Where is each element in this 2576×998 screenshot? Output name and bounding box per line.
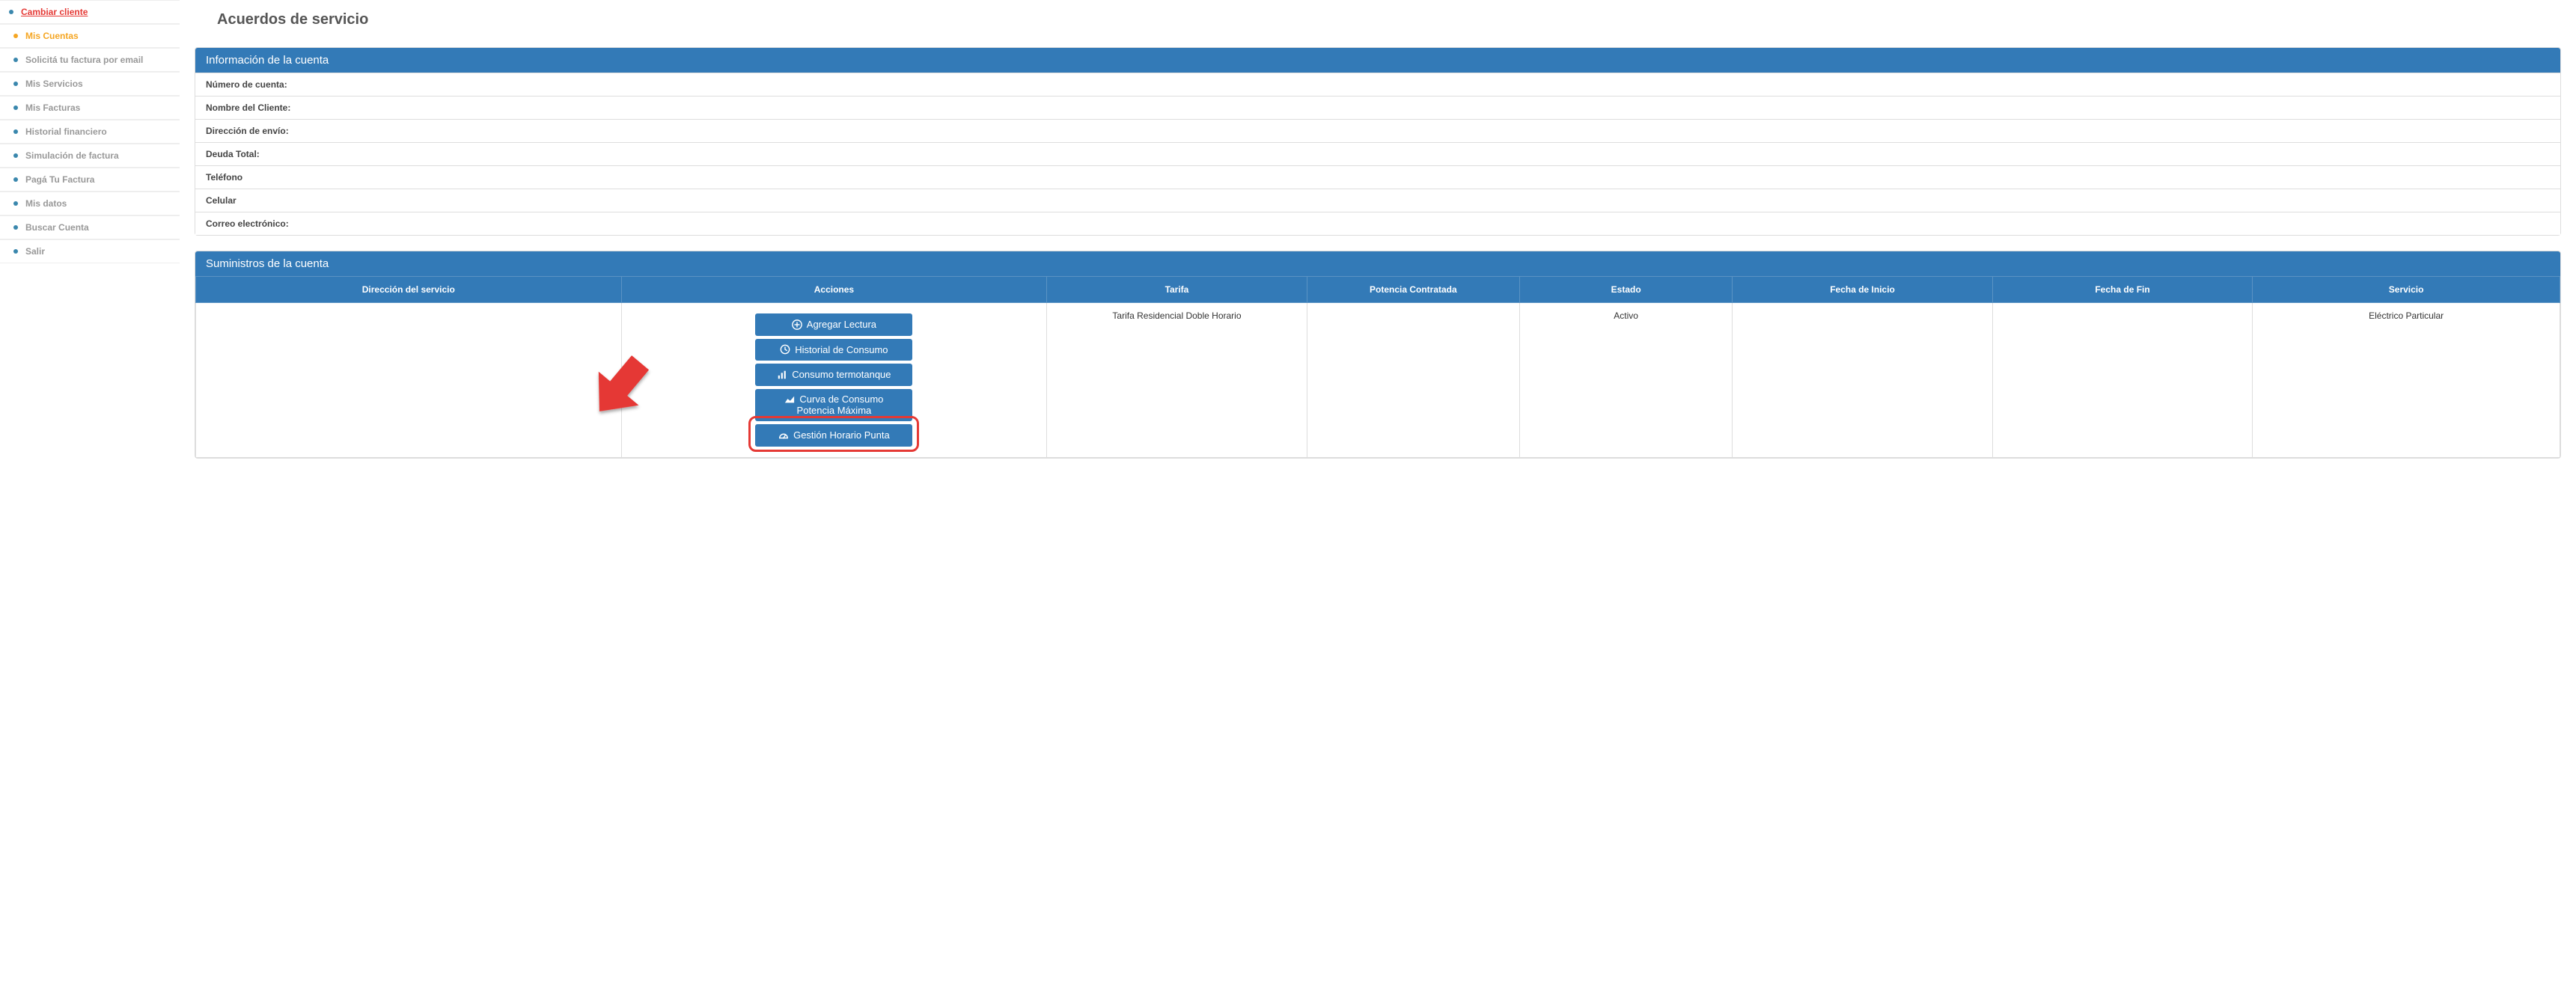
account-info-heading: Información de la cuenta bbox=[195, 48, 2560, 73]
agregar-lectura-button[interactable]: Agregar Lectura bbox=[755, 313, 912, 336]
mobile-label: Celular bbox=[195, 189, 2560, 212]
bullet-icon bbox=[13, 249, 18, 254]
bullet-icon bbox=[13, 105, 18, 110]
bullet-icon bbox=[13, 153, 18, 158]
col-direccion: Dirección del servicio bbox=[196, 277, 622, 303]
bar-chart-icon bbox=[777, 370, 787, 380]
sidebar-item-label: Salir bbox=[25, 246, 45, 257]
sidebar-change-client-label: Cambiar cliente bbox=[21, 7, 88, 17]
col-estado: Estado bbox=[1520, 277, 1733, 303]
account-number-label: Número de cuenta: bbox=[195, 73, 2560, 96]
button-label-line1: Curva de Consumo bbox=[799, 394, 883, 405]
sidebar-item-mis-facturas[interactable]: Mis Facturas bbox=[0, 96, 180, 120]
sidebar-item-label: Historial financiero bbox=[25, 126, 107, 137]
consumo-termotanque-button[interactable]: Consumo termotanque bbox=[755, 364, 912, 386]
cell-direccion bbox=[196, 303, 622, 458]
col-servicio: Servicio bbox=[2253, 277, 2560, 303]
gestion-horario-button[interactable]: Gestión Horario Punta bbox=[755, 424, 912, 447]
sidebar-item-mis-cuentas[interactable]: Mis Cuentas bbox=[0, 24, 180, 48]
gauge-icon bbox=[778, 430, 789, 441]
sidebar-item-historial-financiero[interactable]: Historial financiero bbox=[0, 120, 180, 144]
col-potencia: Potencia Contratada bbox=[1307, 277, 1519, 303]
bullet-icon bbox=[13, 225, 18, 230]
email-label: Correo electrónico: bbox=[195, 212, 2560, 235]
bullet-icon bbox=[13, 201, 18, 206]
main-content: Acuerdos de servicio Información de la c… bbox=[180, 0, 2576, 474]
bullet-icon bbox=[9, 10, 13, 14]
bullet-icon bbox=[13, 34, 18, 38]
bullet-icon bbox=[13, 129, 18, 134]
sidebar-item-mis-datos[interactable]: Mis datos bbox=[0, 192, 180, 215]
page-title: Acuerdos de servicio bbox=[195, 0, 2561, 47]
button-label: Consumo termotanque bbox=[792, 369, 891, 381]
col-tarifa: Tarifa bbox=[1047, 277, 1307, 303]
cell-fecha-fin bbox=[1992, 303, 2252, 458]
button-label: Gestión Horario Punta bbox=[793, 429, 890, 441]
bullet-icon bbox=[13, 82, 18, 86]
sidebar-item-label: Buscar Cuenta bbox=[25, 222, 89, 233]
sidebar-item-label: Solicitá tu factura por email bbox=[25, 55, 143, 65]
sidebar-item-mis-servicios[interactable]: Mis Servicios bbox=[0, 72, 180, 96]
col-acciones: Acciones bbox=[621, 277, 1047, 303]
curva-consumo-button[interactable]: Curva de Consumo Potencia Máxima bbox=[755, 389, 912, 421]
button-label: Agregar Lectura bbox=[807, 319, 876, 331]
phone-label: Teléfono bbox=[195, 165, 2560, 189]
cell-estado: Activo bbox=[1520, 303, 1733, 458]
sidebar-item-label: Mis datos bbox=[25, 198, 67, 209]
supplies-panel: Suministros de la cuenta Dirección del s… bbox=[195, 251, 2561, 459]
total-debt-label: Deuda Total: bbox=[195, 142, 2560, 165]
cell-potencia bbox=[1307, 303, 1519, 458]
col-fecha-fin: Fecha de Fin bbox=[1992, 277, 2252, 303]
account-info-panel: Información de la cuenta Número de cuent… bbox=[195, 47, 2561, 236]
clock-icon bbox=[780, 344, 790, 355]
plus-circle-icon bbox=[792, 319, 802, 330]
sidebar-change-client[interactable]: Cambiar cliente bbox=[0, 0, 180, 24]
cell-fecha-inicio bbox=[1733, 303, 1992, 458]
sidebar-item-paga-factura[interactable]: Pagá Tu Factura bbox=[0, 168, 180, 192]
cell-tarifa: Tarifa Residencial Doble Horario bbox=[1047, 303, 1307, 458]
shipping-address-label: Dirección de envío: bbox=[195, 119, 2560, 142]
sidebar-item-simulacion-factura[interactable]: Simulación de factura bbox=[0, 144, 180, 168]
bullet-icon bbox=[13, 177, 18, 182]
sidebar-item-label: Simulación de factura bbox=[25, 150, 119, 161]
button-label-line2: Potencia Máxima bbox=[797, 405, 872, 417]
sidebar-item-label: Pagá Tu Factura bbox=[25, 174, 94, 185]
historial-consumo-button[interactable]: Historial de Consumo bbox=[755, 339, 912, 361]
sidebar: Cambiar cliente Mis Cuentas Solicitá tu … bbox=[0, 0, 180, 474]
col-fecha-inicio: Fecha de Inicio bbox=[1733, 277, 1992, 303]
cell-servicio: Eléctrico Particular bbox=[2253, 303, 2560, 458]
sidebar-item-label: Mis Facturas bbox=[25, 102, 80, 113]
sidebar-item-label: Mis Cuentas bbox=[25, 31, 79, 41]
area-chart-icon bbox=[784, 394, 795, 405]
sidebar-item-label: Mis Servicios bbox=[25, 79, 83, 89]
button-label: Historial de Consumo bbox=[795, 344, 888, 356]
supplies-table: Dirección del servicio Acciones Tarifa P… bbox=[195, 276, 2560, 458]
sidebar-item-buscar-cuenta[interactable]: Buscar Cuenta bbox=[0, 215, 180, 239]
sidebar-item-salir[interactable]: Salir bbox=[0, 239, 180, 263]
bullet-icon bbox=[13, 58, 18, 62]
cell-acciones: Agregar Lectura Historial de Consumo Con… bbox=[621, 303, 1047, 458]
sidebar-item-solicita-factura-email[interactable]: Solicitá tu factura por email bbox=[0, 48, 180, 72]
supplies-heading: Suministros de la cuenta bbox=[195, 251, 2560, 276]
client-name-label: Nombre del Cliente: bbox=[195, 96, 2560, 119]
table-row: Agregar Lectura Historial de Consumo Con… bbox=[196, 303, 2560, 458]
